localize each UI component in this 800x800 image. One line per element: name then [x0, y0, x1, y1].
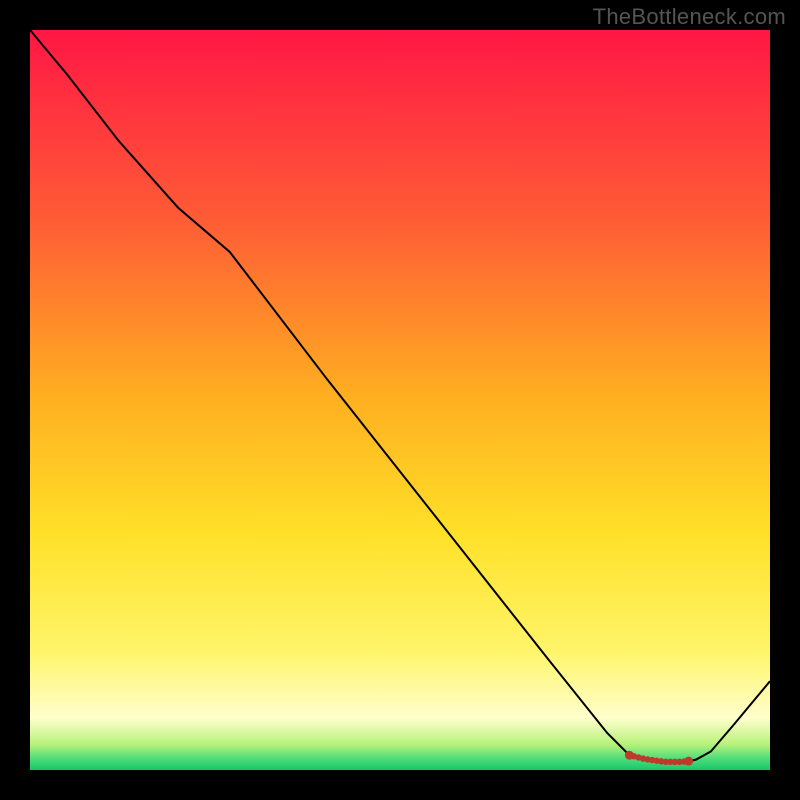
chart-svg — [30, 30, 770, 770]
watermark-text: TheBottleneck.com — [593, 4, 786, 30]
plot-area — [30, 30, 770, 770]
gradient-background — [30, 30, 770, 770]
optimal-marker — [684, 757, 693, 766]
chart-frame: TheBottleneck.com — [0, 0, 800, 800]
